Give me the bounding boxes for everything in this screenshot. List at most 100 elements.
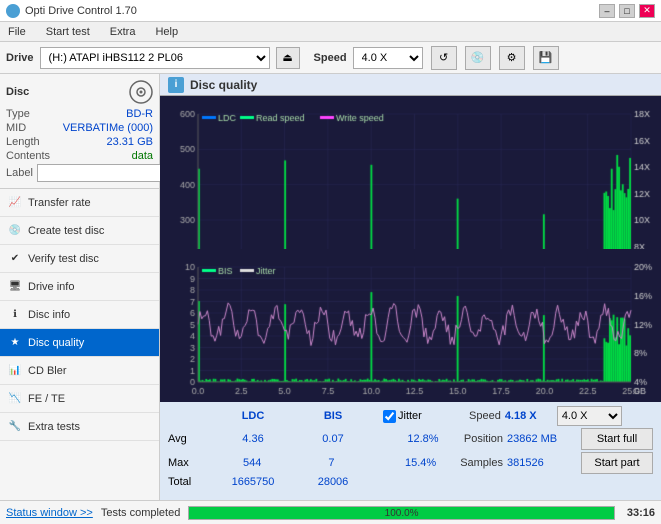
sidebar-label-drive-info: Drive info (28, 281, 74, 293)
maximize-button[interactable]: □ (619, 4, 635, 18)
sidebar-item-cd-bler[interactable]: 📊 CD Bler (0, 357, 159, 385)
disc-panel-header: Disc (6, 80, 153, 104)
sidebar-item-transfer-rate[interactable]: 📈 Transfer rate (0, 189, 159, 217)
extra-tests-icon: 🔧 (8, 420, 22, 434)
sidebar-item-verify-test-disc[interactable]: ✔ Verify test disc (0, 245, 159, 273)
progress-text: 100.0% (385, 507, 419, 521)
drive-info-icon: 🖥 (8, 280, 22, 294)
ldc-header: LDC (213, 410, 293, 422)
speed-label: Speed (314, 52, 347, 64)
drivebar: Drive (H:) ATAPI iHBS112 2 PL06 ⏏ Speed … (0, 42, 661, 74)
total-ldc: 1665750 (213, 476, 293, 488)
position-label: Position (464, 433, 503, 445)
max-bis: 7 (292, 457, 371, 469)
fe-te-icon: 📉 (8, 392, 22, 406)
menu-start-test[interactable]: Start test (42, 24, 94, 40)
status-time: 33:16 (627, 507, 655, 519)
sidebar-label-fe-te: FE / TE (28, 393, 65, 405)
minimize-button[interactable]: – (599, 4, 615, 18)
disc-svg-icon (129, 80, 153, 104)
menubar: File Start test Extra Help (0, 22, 661, 42)
speed-static-label: Speed (469, 410, 501, 422)
start-part-button[interactable]: Start part (581, 452, 653, 474)
sidebar-label-disc-quality: Disc quality (28, 337, 84, 349)
samples-value: 381526 (507, 457, 577, 469)
sidebar-label-create-test-disc: Create test disc (28, 225, 104, 237)
sidebar-label-cd-bler: CD Bler (28, 365, 67, 377)
drive-label: Drive (6, 52, 34, 64)
sidebar-label-disc-info: Disc info (28, 309, 70, 321)
drive-select[interactable]: (H:) ATAPI iHBS112 2 PL06 (40, 47, 270, 69)
disc-quality-header-icon: i (168, 77, 184, 93)
bis-jitter-chart (160, 249, 661, 402)
tests-completed-label: Tests completed (101, 507, 180, 519)
avg-jitter: 12.8% (383, 433, 463, 445)
disc-quality-title: Disc quality (190, 78, 257, 92)
stats-speed-select[interactable]: 4.0 X (557, 406, 622, 426)
max-jitter: 15.4% (381, 457, 460, 469)
total-bis: 28006 (293, 476, 373, 488)
sidebar-item-disc-info[interactable]: ℹ Disc info (0, 301, 159, 329)
disc-info-panel: Disc Type BD-R MID VERBATIMe (000) Lengt… (0, 74, 159, 189)
max-ldc: 544 (213, 457, 292, 469)
sidebar-label-transfer-rate: Transfer rate (28, 197, 91, 209)
jitter-checkbox[interactable] (383, 410, 396, 423)
start-full-button[interactable]: Start full (581, 428, 653, 450)
contents-row: Contents data (6, 150, 153, 162)
cd-bler-icon: 📊 (8, 364, 22, 378)
statusbar: Status window >> Tests completed 100.0% … (0, 500, 661, 524)
stats-bar: LDC BIS Jitter Speed 4.18 X 4.0 X Avg (160, 402, 661, 500)
titlebar: Opti Drive Control 1.70 – □ ✕ (0, 0, 661, 22)
charts-area (160, 96, 661, 402)
settings-button[interactable]: ⚙ (499, 46, 525, 70)
status-window-link[interactable]: Status window >> (6, 507, 93, 519)
sidebar-label-verify-test-disc: Verify test disc (28, 253, 99, 265)
sidebar-item-drive-info[interactable]: 🖥 Drive info (0, 273, 159, 301)
avg-ldc: 4.36 (213, 433, 293, 445)
sidebar-menu: 📈 Transfer rate 💿 Create test disc ✔ Ver… (0, 189, 159, 500)
sidebar-item-fe-te[interactable]: 📉 FE / TE (0, 385, 159, 413)
menu-help[interactable]: Help (151, 24, 182, 40)
transfer-rate-icon: 📈 (8, 196, 22, 210)
disc-quality-icon: ★ (8, 336, 22, 350)
titlebar-left: Opti Drive Control 1.70 (6, 4, 137, 18)
jitter-check-container: Jitter (383, 410, 463, 423)
jitter-label: Jitter (398, 410, 422, 422)
sidebar: Disc Type BD-R MID VERBATIMe (000) Lengt… (0, 74, 160, 500)
disc-quality-header: i Disc quality (160, 74, 661, 96)
max-label: Max (168, 457, 213, 469)
eject-button[interactable]: ⏏ (276, 47, 300, 69)
avg-label: Avg (168, 433, 213, 445)
disc-panel-title: Disc (6, 86, 29, 98)
sidebar-item-extra-tests[interactable]: 🔧 Extra tests (0, 413, 159, 441)
disc-info-icon: ℹ (8, 308, 22, 322)
close-button[interactable]: ✕ (639, 4, 655, 18)
length-row: Length 23.31 GB (6, 136, 153, 148)
disc-button[interactable]: 💿 (465, 46, 491, 70)
menu-extra[interactable]: Extra (106, 24, 140, 40)
label-input[interactable] (37, 164, 175, 182)
total-label: Total (168, 476, 213, 488)
content-area: i Disc quality LDC BIS Jitter (160, 74, 661, 500)
create-test-disc-icon: 💿 (8, 224, 22, 238)
speed-select[interactable]: 4.0 X (353, 47, 423, 69)
app-title: Opti Drive Control 1.70 (25, 5, 137, 17)
position-value: 23862 MB (507, 433, 577, 445)
sidebar-item-disc-quality[interactable]: ★ Disc quality (0, 329, 159, 357)
app-icon (6, 4, 20, 18)
main-layout: Disc Type BD-R MID VERBATIMe (000) Lengt… (0, 74, 661, 500)
menu-file[interactable]: File (4, 24, 30, 40)
sidebar-label-extra-tests: Extra tests (28, 421, 80, 433)
mid-row: MID VERBATIMe (000) (6, 122, 153, 134)
refresh-button[interactable]: ↺ (431, 46, 457, 70)
sidebar-item-create-test-disc[interactable]: 💿 Create test disc (0, 217, 159, 245)
bis-header: BIS (293, 410, 373, 422)
progress-bar-container: 100.0% (188, 506, 615, 520)
verify-test-disc-icon: ✔ (8, 252, 22, 266)
titlebar-controls: – □ ✕ (599, 4, 655, 18)
label-row: Label 🔒 (6, 164, 153, 182)
speed-value: 4.18 X (505, 410, 555, 422)
type-row: Type BD-R (6, 108, 153, 120)
save-button[interactable]: 💾 (533, 46, 559, 70)
avg-bis: 0.07 (293, 433, 373, 445)
